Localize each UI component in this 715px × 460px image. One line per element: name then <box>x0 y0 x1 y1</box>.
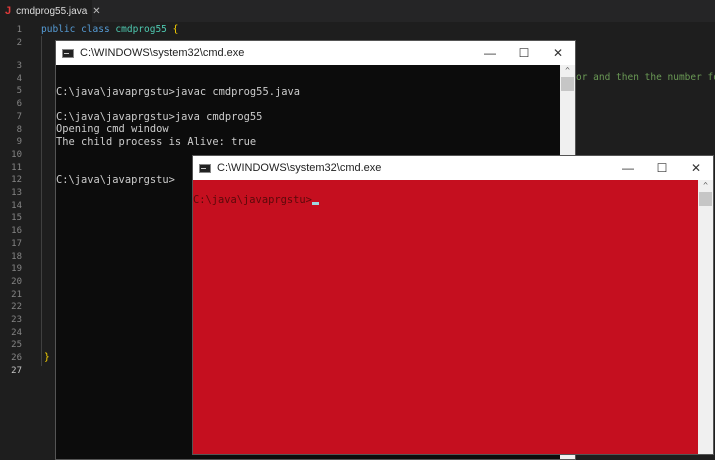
line-number: 5 <box>16 86 22 97</box>
title-bar[interactable]: C:\WINDOWS\system32\cmd.exe — ☐ ✕ <box>56 41 575 65</box>
window-title: C:\WINDOWS\system32\cmd.exe <box>80 47 245 59</box>
scrollbar[interactable]: ^ <box>698 180 713 454</box>
editor-tab-bar: J cmdprog55.java ✕ <box>0 0 715 22</box>
tab-label: cmdprog55.java <box>16 5 88 17</box>
line-number: 20 <box>11 276 22 287</box>
scroll-thumb[interactable] <box>699 192 712 206</box>
line-number: 18 <box>11 251 22 262</box>
close-tab-icon[interactable]: ✕ <box>92 6 100 17</box>
prompt: C:\java\javaprgstu> <box>193 194 312 206</box>
line-number: 15 <box>11 213 22 224</box>
line-number: 4 <box>16 73 22 84</box>
maximize-button[interactable]: ☐ <box>645 161 679 175</box>
java-icon: J <box>5 5 12 17</box>
line-number: 25 <box>11 340 22 351</box>
class-name: cmdprog55 <box>115 24 167 35</box>
line-number: 9 <box>16 137 22 148</box>
line-number: 3 <box>16 61 22 71</box>
line-number: 7 <box>16 111 22 122</box>
terminal-line: The child process is Alive: true <box>56 135 257 148</box>
cursor <box>311 202 319 205</box>
line-number: 12 <box>11 175 22 186</box>
line-number: 24 <box>11 327 22 338</box>
line-number-gutter: 1 2 3 4 5 6 7 8 9 10 11 12 13 14 15 16 17 18 19 20 21 22 23 24 2… <box>0 22 36 453</box>
line-number: 14 <box>11 200 22 211</box>
line-number: 17 <box>11 238 22 249</box>
maximize-button[interactable]: ☐ <box>507 46 541 60</box>
line-number: 19 <box>11 264 22 275</box>
minimize-button[interactable]: — <box>473 46 507 60</box>
line-number: 22 <box>11 302 22 313</box>
line-number: 6 <box>16 99 22 110</box>
line-number: 27 <box>11 365 22 376</box>
title-bar[interactable]: C:\WINDOWS\system32\cmd.exe — ☐ ✕ <box>193 156 713 180</box>
close-button[interactable]: ✕ <box>679 161 713 175</box>
indent-guide <box>41 36 42 366</box>
line-number: 23 <box>11 315 22 325</box>
cmd-icon <box>199 163 211 173</box>
line-number: 1 <box>16 25 22 35</box>
scroll-up-icon[interactable]: ^ <box>560 65 575 77</box>
line-number: 13 <box>11 188 22 198</box>
close-button[interactable]: ✕ <box>541 46 575 60</box>
keyword: public <box>41 24 76 35</box>
brace: { <box>172 24 179 35</box>
terminal-line: Opening cmd window <box>56 123 169 136</box>
minimize-button[interactable]: — <box>611 161 645 175</box>
scroll-thumb[interactable] <box>561 77 574 91</box>
code-comment: or and then the number for <box>576 72 715 83</box>
line-number: 11 <box>11 162 22 173</box>
keyword: class <box>81 24 110 35</box>
terminal-line: C:\java\javaprgstu>javac cmdprog55.java <box>56 85 300 98</box>
cmd-window-2[interactable]: C:\WINDOWS\system32\cmd.exe — ☐ ✕ C:\java\… <box>192 155 714 455</box>
line-number: 21 <box>11 289 22 300</box>
tab-cmdprog55[interactable]: J cmdprog55.java ✕ <box>0 0 101 22</box>
terminal-output[interactable]: C:\java\javaprgstu> <box>193 180 697 454</box>
line-number: 8 <box>16 124 22 135</box>
scroll-up-icon[interactable]: ^ <box>698 180 713 192</box>
line-number: 26 <box>11 353 22 364</box>
window-title: C:\WINDOWS\system32\cmd.exe <box>217 162 382 174</box>
cmd-icon <box>62 48 74 58</box>
line-number: 16 <box>11 226 22 237</box>
code-line-1[interactable]: public class cmdprog55 { <box>41 24 178 35</box>
closing-brace: } <box>44 352 50 363</box>
terminal-line: C:\java\javaprgstu>java cmdprog55 <box>56 110 263 123</box>
line-number: 10 <box>11 149 22 160</box>
line-number: 2 <box>16 37 22 48</box>
